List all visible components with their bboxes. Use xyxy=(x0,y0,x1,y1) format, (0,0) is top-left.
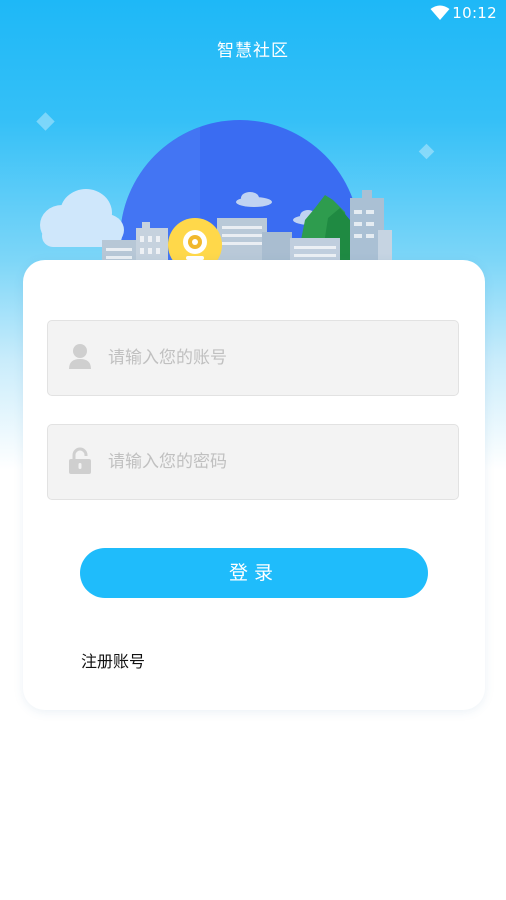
login-card: 登录 注册账号 xyxy=(23,260,485,710)
account-input[interactable] xyxy=(108,321,438,395)
status-time: 10:12 xyxy=(452,4,497,22)
lock-icon xyxy=(69,447,91,474)
user-icon xyxy=(69,344,91,369)
password-field[interactable] xyxy=(47,424,459,500)
community-city-illustration xyxy=(36,112,435,270)
register-link[interactable]: 注册账号 xyxy=(81,648,145,672)
status-bar: 10:12 xyxy=(0,0,506,28)
login-button[interactable]: 登录 xyxy=(80,548,428,598)
password-input[interactable] xyxy=(108,425,438,499)
account-field[interactable] xyxy=(47,320,459,396)
wifi-icon xyxy=(430,5,450,20)
page-title: 智慧社区 xyxy=(217,41,289,61)
